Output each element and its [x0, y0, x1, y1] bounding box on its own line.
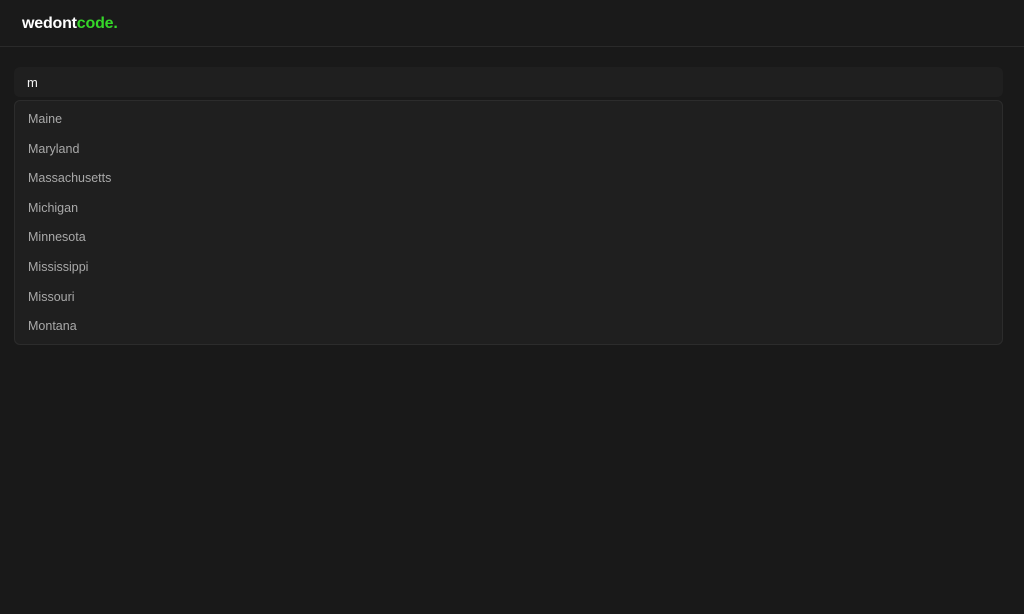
dropdown-option-montana[interactable]: Montana: [15, 312, 1002, 342]
autocomplete-dropdown: Maine Maryland Massachusetts Michigan Mi…: [14, 100, 1003, 345]
dropdown-option-mississippi[interactable]: Mississippi: [15, 253, 1002, 283]
dropdown-option-maryland[interactable]: Maryland: [15, 135, 1002, 165]
search-input[interactable]: [14, 67, 1003, 97]
logo[interactable]: wedontcode.: [22, 14, 118, 34]
dropdown-option-michigan[interactable]: Michigan: [15, 194, 1002, 224]
search-box: [14, 67, 1003, 97]
dropdown-option-minnesota[interactable]: Minnesota: [15, 223, 1002, 253]
logo-text-accent: code.: [76, 15, 118, 32]
dropdown-option-maine[interactable]: Maine: [15, 105, 1002, 135]
top-header: wedontcode.: [0, 0, 1024, 47]
logo-text-primary: wedont: [22, 15, 77, 32]
dropdown-option-massachusetts[interactable]: Massachusetts: [15, 164, 1002, 194]
dropdown-option-missouri[interactable]: Missouri: [15, 283, 1002, 313]
